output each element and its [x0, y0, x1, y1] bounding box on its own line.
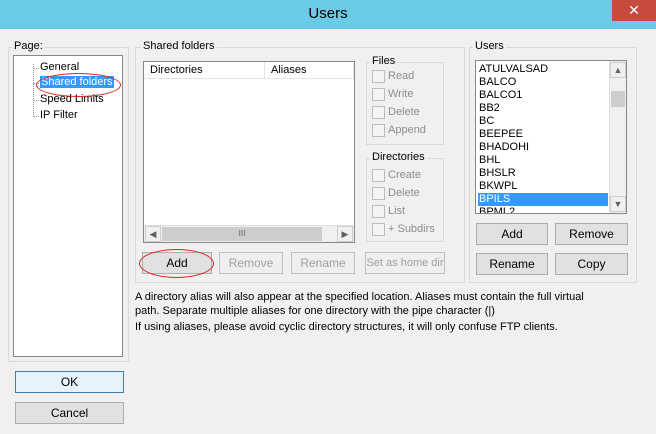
create-checkbox[interactable] — [372, 169, 385, 182]
delete-file-checkbox[interactable] — [372, 106, 385, 119]
user-item[interactable]: BKWPL — [478, 180, 608, 193]
append-checkbox[interactable] — [372, 124, 385, 137]
tree-line — [33, 100, 39, 101]
scroll-left-icon[interactable]: ◀ — [145, 226, 161, 242]
user-item[interactable]: BPML2 — [478, 206, 608, 213]
subdirs-checkbox[interactable] — [372, 223, 385, 236]
create-label: Create — [388, 169, 422, 181]
append-label: Append — [388, 124, 426, 136]
users-scrollbar[interactable]: ▲ ▼ — [609, 61, 626, 213]
window-title: Users — [308, 5, 348, 22]
close-icon[interactable]: ✕ — [612, 0, 656, 21]
page-label: Page: — [12, 40, 45, 52]
files-label: Files — [370, 55, 398, 67]
user-item[interactable]: BEEPEE — [478, 128, 608, 141]
scroll-thumb[interactable]: III — [162, 227, 322, 241]
user-item[interactable]: BHL — [478, 154, 608, 167]
delete-dir-label: Delete — [388, 187, 420, 199]
scroll-up-icon[interactable]: ▲ — [610, 62, 626, 78]
users-scroll-thumb[interactable] — [611, 91, 625, 107]
users-label: Users — [473, 40, 506, 52]
add-user-button[interactable]: Add — [476, 223, 548, 245]
user-item[interactable]: BHADOHI — [478, 141, 608, 154]
tree-line — [33, 68, 39, 69]
user-item[interactable]: BALCO — [478, 76, 608, 89]
users-list[interactable]: ATULVALSAD BALCO BALCO1 BB2 BC BEEPEE BH… — [475, 60, 627, 214]
copy-user-button[interactable]: Copy — [555, 253, 628, 275]
alias-note-line-1: A directory alias will also appear at th… — [135, 291, 584, 303]
tree-item-ip-filter[interactable]: IP Filter — [40, 109, 78, 121]
directories-list[interactable]: Directories Aliases — [143, 61, 355, 243]
subdirs-label: + Subdirs — [388, 223, 435, 235]
read-checkbox[interactable] — [372, 70, 385, 83]
scroll-down-icon[interactable]: ▼ — [610, 196, 626, 212]
alias-note-line-2: path. Separate multiple aliases for one … — [135, 305, 495, 317]
user-item[interactable]: ATULVALSAD — [478, 63, 608, 76]
delete-file-label: Delete — [388, 106, 420, 118]
annotation-circle — [36, 73, 121, 97]
user-item[interactable]: BB2 — [478, 102, 608, 115]
tree-item-general[interactable]: General — [40, 61, 79, 73]
remove-folder-button[interactable]: Remove — [219, 252, 283, 274]
directories-scrollbar[interactable]: ◀ III ▶ — [144, 225, 354, 242]
user-item-selected[interactable]: BPILS — [478, 193, 608, 206]
read-label: Read — [388, 70, 415, 82]
write-checkbox[interactable] — [372, 88, 385, 101]
set-home-dir-button[interactable]: Set as home dir — [365, 252, 445, 274]
tree-line — [33, 64, 34, 117]
shared-folders-label: Shared folders — [141, 40, 217, 52]
column-header-directories[interactable]: Directories — [144, 62, 265, 79]
tree-line — [33, 116, 39, 117]
annotation-circle — [139, 249, 214, 278]
column-header-aliases[interactable]: Aliases — [265, 62, 354, 79]
rename-user-button[interactable]: Rename — [476, 253, 548, 275]
rename-folder-button[interactable]: Rename — [291, 252, 355, 274]
user-item[interactable]: BHSLR — [478, 167, 608, 180]
remove-user-button[interactable]: Remove — [555, 223, 628, 245]
user-item[interactable]: BC — [478, 115, 608, 128]
ok-button[interactable]: OK — [15, 371, 124, 393]
alias-note-line-3: If using aliases, please avoid cyclic di… — [135, 321, 558, 333]
write-label: Write — [388, 88, 414, 100]
directories-label: Directories — [370, 151, 427, 163]
delete-dir-checkbox[interactable] — [372, 187, 385, 200]
cancel-button[interactable]: Cancel — [15, 402, 124, 424]
scroll-right-icon[interactable]: ▶ — [337, 226, 353, 242]
title-bar: Users ✕ — [0, 0, 656, 29]
list-label: List — [388, 205, 406, 217]
page-tree: General Shared folders Speed Limits IP F… — [13, 55, 123, 357]
list-checkbox[interactable] — [372, 205, 385, 218]
user-item[interactable]: BALCO1 — [478, 89, 608, 102]
